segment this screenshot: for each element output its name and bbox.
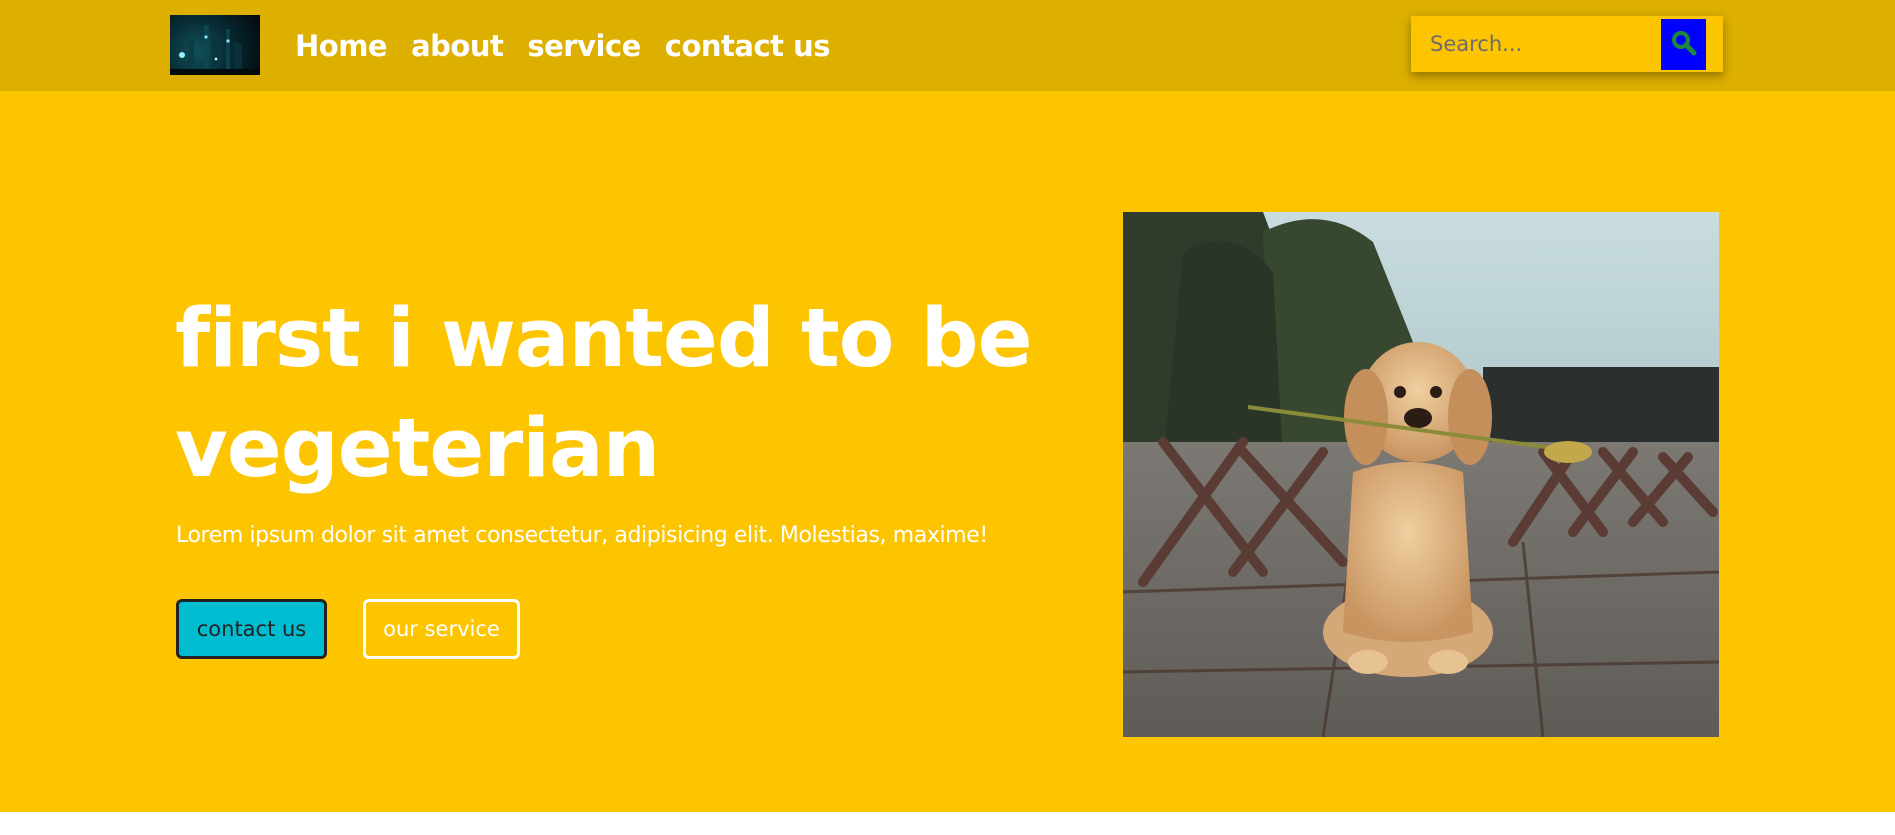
hero-section: first i wanted to be vegeterian Lorem ip… xyxy=(0,91,1895,812)
nav-link-contact-us[interactable]: contact us xyxy=(665,29,831,63)
navbar: Home about service contact us xyxy=(0,0,1895,91)
our-service-button[interactable]: our service xyxy=(363,599,520,659)
contact-us-button[interactable]: contact us xyxy=(176,599,327,659)
nav-link-service[interactable]: service xyxy=(527,29,641,63)
search-icon xyxy=(1671,30,1697,59)
search-input[interactable] xyxy=(1411,16,1659,72)
search-button[interactable] xyxy=(1661,19,1706,70)
search-bar xyxy=(1411,16,1723,72)
hero-title: first i wanted to be vegeterian xyxy=(175,292,1033,496)
hero-description: Lorem ipsum dolor sit amet consectetur, … xyxy=(176,523,988,548)
nav-link-home[interactable]: Home xyxy=(295,29,388,63)
nav-menu: Home about service contact us xyxy=(295,26,831,66)
night-city-logo-icon[interactable] xyxy=(170,15,260,75)
nav-link-about[interactable]: about xyxy=(411,29,504,63)
puppy-photo-icon xyxy=(1123,212,1719,737)
